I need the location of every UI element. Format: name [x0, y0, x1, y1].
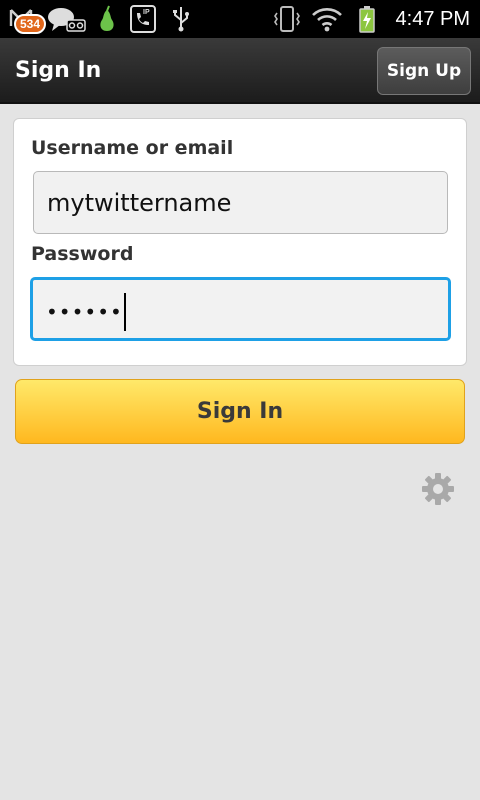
password-value: ••••••: [46, 300, 123, 324]
page-title: Sign In: [15, 58, 102, 83]
sign-in-form-card: Username or email mytwittername Password…: [13, 118, 467, 366]
sip-call-icon: IP: [130, 5, 156, 33]
usb-icon: [173, 7, 189, 32]
username-label: Username or email: [31, 137, 234, 159]
username-input[interactable]: mytwittername: [33, 171, 448, 234]
status-time: 4:47 PM: [395, 8, 470, 30]
password-label: Password: [31, 243, 134, 265]
svg-text:IP: IP: [143, 9, 150, 16]
gear-icon[interactable]: [421, 472, 455, 506]
action-bar: Sign In Sign Up: [0, 38, 480, 104]
battery-charging-icon: [359, 6, 375, 33]
sign-in-button[interactable]: Sign In: [15, 379, 465, 444]
wifi-icon: [312, 8, 342, 32]
username-value: mytwittername: [47, 189, 232, 217]
pear-app-icon: [100, 5, 114, 31]
password-input[interactable]: ••••••: [30, 277, 451, 341]
voicemail-icon: [48, 8, 86, 32]
vibrate-icon: [274, 6, 300, 32]
text-cursor: [123, 293, 126, 331]
notification-count-badge: 534: [14, 14, 47, 34]
sign-up-button[interactable]: Sign Up: [377, 47, 471, 95]
status-bar: 534 IP 4:47 PM: [0, 0, 480, 38]
